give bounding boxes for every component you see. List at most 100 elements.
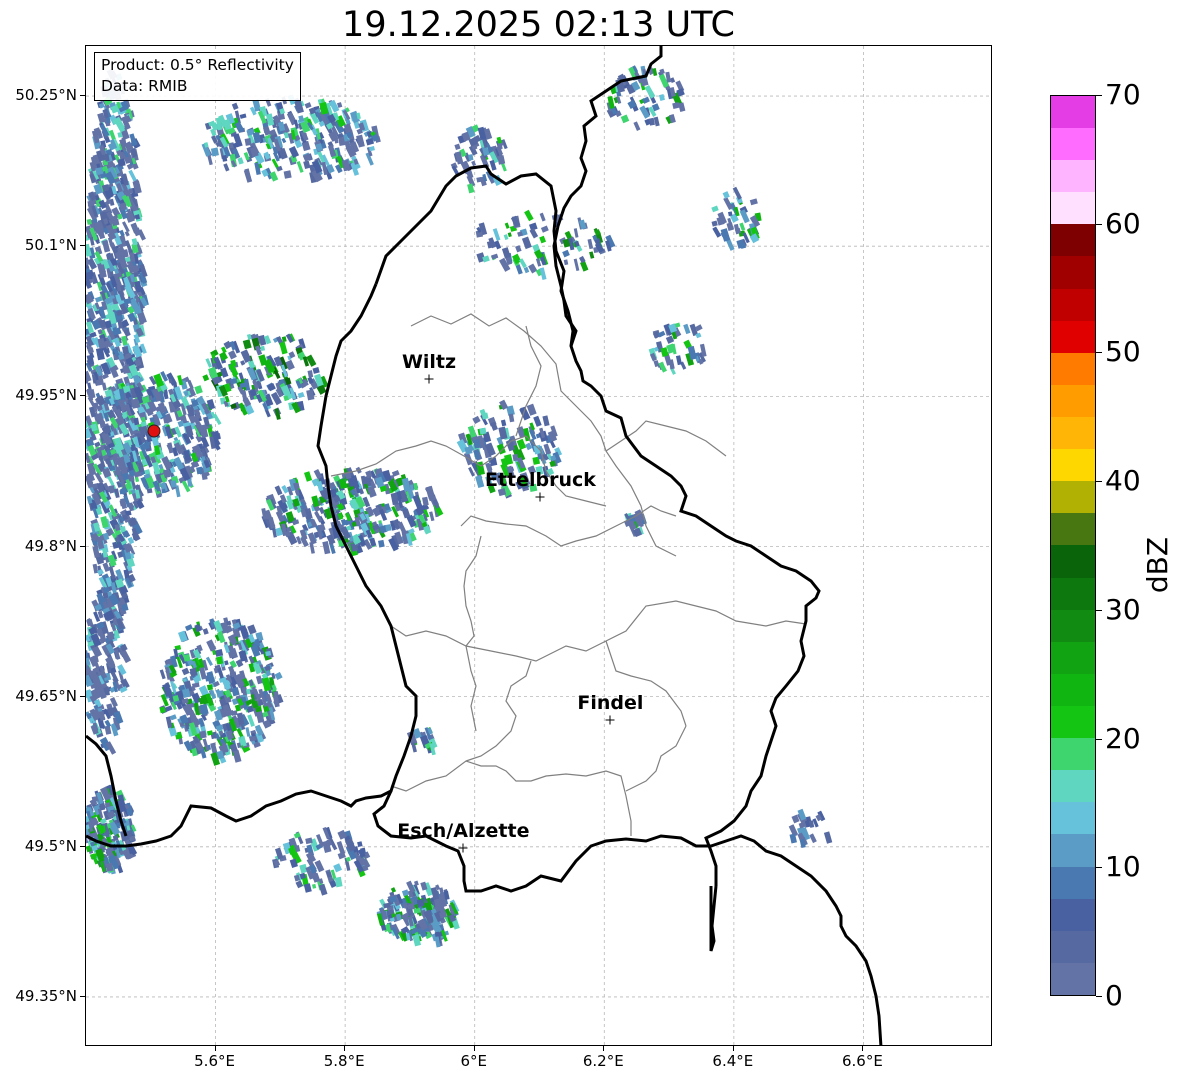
echo-pixel: [224, 660, 229, 666]
colorbar-tick-label: 30: [1105, 592, 1141, 626]
echo-pixel: [401, 889, 410, 897]
y-tick-label: 50.1°N: [24, 236, 77, 255]
colorbar-segment: [1051, 224, 1095, 257]
x-tick-label: 5.8°E: [323, 1052, 365, 1070]
radar-map: [85, 45, 992, 1046]
echo-pixel: [573, 258, 580, 271]
echo-pixel: [206, 684, 214, 691]
echo-pixel: [128, 502, 135, 512]
x-tick: [732, 1046, 734, 1051]
colorbar-segment: [1051, 384, 1095, 418]
boundaries: [86, 46, 883, 1045]
echo-pixel: [187, 479, 193, 487]
echo-pixel: [733, 223, 740, 232]
echo-pixel: [166, 372, 177, 386]
echo-pixel: [247, 714, 255, 727]
colorbar-segment: [1051, 288, 1095, 321]
map-title: 19.12.2025 02:13 UTC: [342, 5, 735, 45]
y-tick: [80, 995, 85, 997]
echo-pixel: [312, 883, 317, 889]
echo-pixel: [159, 669, 166, 680]
colorbar-segment: [1051, 770, 1095, 803]
echo-pixel: [672, 101, 680, 109]
echo-pixel: [739, 222, 746, 231]
colorbar-tick-label: 60: [1105, 206, 1141, 240]
echo-pixel: [260, 345, 266, 352]
colorbar-segment: [1051, 641, 1095, 674]
radar-site-marker: [147, 424, 161, 438]
echo-pixel: [279, 341, 288, 355]
echo-pixel: [237, 157, 244, 165]
echo-pixel: [281, 137, 287, 144]
echo-pixel: [378, 539, 385, 548]
echo-pixel: [232, 750, 242, 763]
echo-pixel: [500, 419, 507, 427]
echo-pixel: [809, 833, 817, 844]
echo-pixel: [169, 714, 177, 721]
echo-pixel: [152, 461, 161, 475]
echo-pixel: [620, 114, 630, 124]
city-marker: [458, 843, 468, 853]
y-tick-label: 49.35°N: [15, 986, 77, 1005]
radar-echoes: [86, 65, 833, 948]
echo-pixel: [549, 440, 556, 449]
echo-pixel: [539, 212, 546, 222]
echo-pixel: [110, 671, 119, 683]
echo-pixel: [416, 898, 425, 907]
canton-border: [625, 725, 687, 792]
colorbar-tick-label: 10: [1105, 850, 1141, 884]
echo-pixel: [523, 266, 530, 274]
echo-pixel: [491, 253, 499, 260]
echo-pixel: [114, 488, 120, 499]
echo-pixel: [163, 391, 169, 400]
echo-pixel: [711, 205, 719, 213]
y-tick-label: 49.65°N: [15, 686, 77, 705]
echo-pixel: [479, 427, 487, 435]
colorbar-tick: [1096, 738, 1102, 740]
echo-pixel: [312, 367, 320, 374]
echo-pixel: [401, 477, 411, 492]
colorbar-segment: [1051, 738, 1095, 771]
echo-pixel: [368, 146, 375, 152]
echo-pixel: [385, 524, 392, 532]
echo-pixel: [263, 126, 271, 136]
echo-pixel: [422, 496, 429, 506]
echo-pixel: [295, 880, 304, 889]
echo-pixel: [117, 158, 126, 167]
echo-pixel: [199, 730, 207, 739]
echo-pixel: [255, 675, 263, 685]
colorbar-segment: [1051, 706, 1095, 739]
echo-pixel: [658, 93, 665, 101]
echo-pixel: [303, 883, 312, 893]
colorbar-segment: [1051, 802, 1095, 835]
echo-pixel: [712, 226, 722, 238]
colorbar-segment: [1051, 834, 1095, 867]
echo-pixel: [228, 350, 237, 360]
echo-pixel: [247, 624, 257, 635]
echo-pixel: [501, 162, 507, 172]
echo-pixel: [100, 516, 109, 529]
echo-pixel: [540, 225, 549, 233]
echo-pixel: [542, 415, 550, 427]
y-tick-label: 50.25°N: [15, 86, 77, 105]
canton-border: [465, 660, 532, 762]
colorbar-segment: [1051, 609, 1095, 642]
echo-pixel: [205, 656, 213, 666]
echo-pixel: [653, 116, 660, 127]
echo-pixel: [212, 413, 222, 426]
echo-pixel: [644, 85, 656, 99]
echo-pixel: [356, 134, 365, 148]
echo-pixel: [412, 494, 423, 509]
echo-pixel: [580, 260, 589, 272]
x-tick-label: 6.4°E: [712, 1052, 754, 1070]
y-tick: [80, 245, 85, 247]
echo-pixel: [183, 654, 191, 662]
echo-pixel: [161, 488, 166, 494]
colorbar-segment: [1051, 481, 1095, 514]
colorbar-segment: [1051, 128, 1095, 161]
echo-pixel: [223, 163, 230, 172]
echo-pixel: [117, 664, 127, 676]
city-label: Wiltz: [401, 351, 457, 374]
data-source-label: Data: RMIB: [101, 77, 188, 95]
echo-pixel: [472, 415, 481, 425]
